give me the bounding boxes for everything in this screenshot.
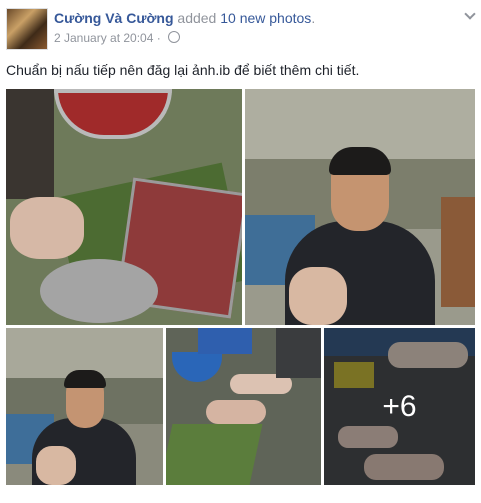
more-photos-overlay[interactable]: +6 (324, 328, 475, 485)
post-meta: 2 January at 20:04 · (54, 31, 181, 45)
monkey (289, 267, 347, 325)
post-header: Cường Và Cường added 10 new photos. (54, 10, 315, 26)
chevron-down-icon[interactable] (465, 10, 475, 20)
blue-basket (198, 328, 252, 354)
carcass-2 (206, 400, 266, 424)
post-text: Chuẩn bị nấu tiếp nên đăg lại ảnh.ib để … (6, 62, 360, 78)
author-avatar[interactable] (6, 8, 48, 50)
person-arm (6, 89, 54, 199)
carcass (10, 197, 84, 259)
author-name[interactable]: Cường Và Cường (54, 10, 174, 26)
photo-4[interactable] (166, 328, 321, 485)
more-photos-count: +6 (382, 389, 417, 423)
action-suffix: . (311, 10, 316, 26)
post-timestamp[interactable]: 2 January at 20:04 (54, 31, 153, 45)
metal-bowl (40, 259, 158, 323)
man-hair (64, 370, 106, 388)
monkey (36, 446, 76, 485)
photo-5-more[interactable]: +6 (324, 328, 475, 485)
banana-leaf (166, 424, 263, 485)
dark-bag (276, 328, 321, 378)
photo-1[interactable] (6, 89, 242, 325)
photo-count-link[interactable]: 10 new photos (220, 10, 311, 26)
globe-icon[interactable] (168, 31, 181, 43)
red-basin (54, 89, 172, 139)
photo-2[interactable] (245, 89, 475, 325)
meta-separator: · (156, 31, 161, 45)
basket (441, 197, 475, 307)
action-prefix: added (177, 10, 217, 26)
photo-3[interactable] (6, 328, 163, 485)
man-hair (329, 147, 391, 175)
